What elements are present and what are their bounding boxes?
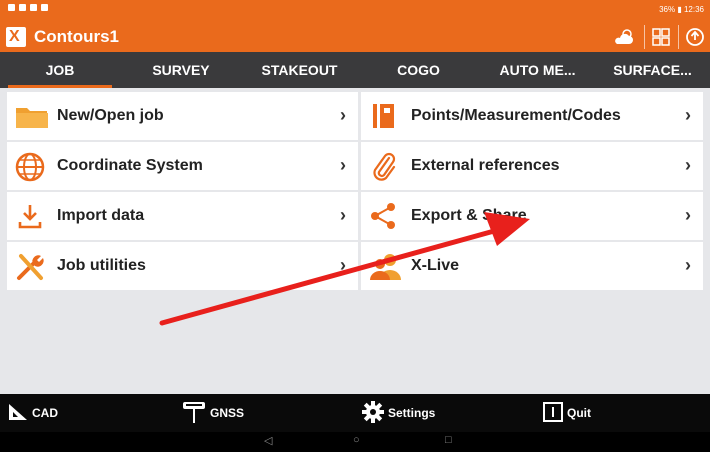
menu-item-points-measurement-codes[interactable]: Points/Measurement/Codes › [361, 92, 703, 140]
app-bar: Contours1 [0, 22, 710, 52]
menu-item-external-references[interactable]: External references › [361, 142, 703, 190]
chevron-right-icon: › [685, 155, 691, 175]
chevron-right-icon: › [685, 205, 691, 225]
back-nav-icon[interactable]: ◁ [264, 434, 272, 447]
status-bar: 36% ▮ 12:36 [0, 0, 710, 22]
menu-item-label: Export & Share [411, 207, 527, 224]
tab-survey[interactable]: SURVEY [120, 52, 242, 88]
cad-icon [8, 403, 28, 424]
gnss-antenna-icon [182, 399, 206, 428]
gnss-button[interactable]: GNSS [182, 394, 244, 432]
share-icon [369, 202, 399, 230]
chevron-right-icon: › [340, 205, 346, 225]
menu-item-new-open-job[interactable]: New/Open job › [7, 92, 358, 140]
app-actions [610, 25, 706, 49]
app-logo-icon [6, 27, 26, 47]
chevron-right-icon: › [340, 155, 346, 175]
grid-view-icon[interactable] [644, 25, 672, 49]
points-icon [369, 102, 399, 130]
download-icon [15, 202, 45, 230]
status-clock: 36% ▮ 12:36 [659, 5, 704, 14]
recents-nav-icon[interactable]: □ [445, 434, 452, 446]
chevron-right-icon: › [340, 105, 346, 125]
home-nav-icon[interactable]: ○ [353, 434, 360, 446]
app-title: Contours1 [34, 27, 119, 46]
settings-button[interactable]: Settings [362, 394, 435, 432]
quit-icon [543, 401, 563, 425]
chevron-right-icon: › [340, 255, 346, 275]
tab-job[interactable]: JOB [0, 52, 120, 88]
upload-icon[interactable] [678, 25, 706, 49]
tab-surface[interactable]: SURFACE... [595, 52, 710, 88]
users-icon [369, 252, 401, 280]
cad-button[interactable]: CAD [8, 394, 58, 432]
paperclip-icon [369, 152, 399, 181]
bottom-toolbar: CAD GNSS Settings Quit [0, 394, 710, 432]
menu-item-label: New/Open job [57, 107, 164, 124]
tab-bar: JOB SURVEY STAKEOUT COGO AUTO ME... SURF… [0, 52, 710, 88]
system-nav-bar: ◁ ○ □ [0, 432, 710, 452]
notification-icons [8, 4, 48, 11]
chevron-right-icon: › [685, 255, 691, 275]
menu-item-import-data[interactable]: Import data › [7, 192, 358, 240]
menu-item-label: X-Live [411, 257, 460, 274]
menu-item-job-utilities[interactable]: Job utilities › [7, 242, 358, 290]
tab-stakeout[interactable]: STAKEOUT [242, 52, 357, 88]
menu-item-label: External references [411, 157, 560, 174]
globe-icon [15, 152, 45, 182]
folder-icon [15, 102, 48, 130]
menu-item-label: Coordinate System [57, 157, 203, 174]
job-menu-grid: New/Open job › Points/Measurement/Codes … [7, 92, 703, 290]
chevron-right-icon: › [685, 105, 691, 125]
tab-cogo[interactable]: COGO [357, 52, 480, 88]
menu-item-x-live[interactable]: X-Live › [361, 242, 703, 290]
menu-item-label: Job utilities [57, 257, 146, 274]
menu-item-coordinate-system[interactable]: Coordinate System › [7, 142, 358, 190]
tab-auto-measure[interactable]: AUTO ME... [480, 52, 595, 88]
menu-item-label: Points/Measurement/Codes [411, 107, 621, 124]
gear-icon [362, 400, 384, 426]
menu-item-label: Import data [57, 207, 145, 224]
menu-item-export-share[interactable]: Export & Share › [361, 192, 703, 240]
tools-icon [15, 252, 45, 280]
quit-button[interactable]: Quit [543, 394, 591, 432]
weather-icon[interactable] [610, 25, 638, 49]
